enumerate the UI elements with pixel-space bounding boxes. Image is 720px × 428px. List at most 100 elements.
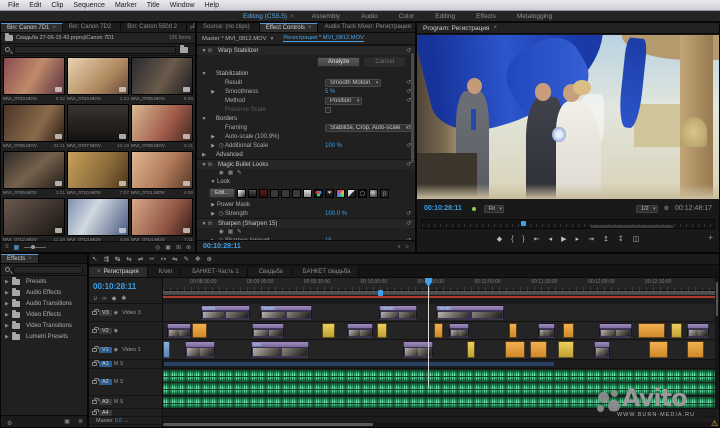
close-icon[interactable]: × [97,269,101,275]
twirl-icon[interactable]: ▼ [200,48,208,54]
clip-thumbnail[interactable] [131,151,193,189]
workspace-tab[interactable]: Audio [352,13,390,20]
stopwatch-icon[interactable]: ◷ [217,210,225,217]
twirl-icon[interactable]: ▶ [5,312,12,318]
twirl-icon[interactable]: ▼ [200,71,208,77]
program-timecode[interactable]: 00:10:28:11 [424,205,462,212]
workspace-tab[interactable]: Editing [426,13,467,20]
strength-row[interactable]: ▶ ◷ Strength 100.0 % ↺ [197,209,415,218]
timeline-clip[interactable] [376,323,387,338]
clip-thumbnail[interactable] [3,104,65,142]
timeline-clip[interactable] [166,323,191,338]
bin-clip-card[interactable]: MVI_0709.MOV 1:01 [3,151,65,198]
solo-icon[interactable]: S [120,379,123,385]
bin-tab[interactable]: Bin: Canon 7D1 × [1,23,63,32]
menu-item[interactable]: Marker [110,2,142,9]
button-editor-plus[interactable]: + [708,233,713,242]
twirl-icon[interactable]: ▼ [200,162,208,168]
parameter-value[interactable]: Stabilize, Crop, Auto-scale [325,123,412,132]
twirl-icon[interactable]: ▼ [200,221,208,227]
menu-item[interactable]: Edit [24,2,46,9]
track-target-chip[interactable]: V1 [99,346,112,353]
effects-folder-item[interactable]: ▶ Video Effects [1,309,87,320]
reset-icon[interactable]: ↺ [406,210,411,217]
twirl-icon[interactable]: ▶ [209,143,217,149]
mute-icon[interactable]: M [114,379,118,385]
track-v2-lane[interactable] [163,322,715,340]
mask-icon[interactable]: ▦ [228,229,233,235]
sequence-tab[interactable]: БАНКЕТ свадьба [291,267,360,277]
track-header-v1[interactable]: V1 ◉ Video 1 [89,340,162,360]
list-view-icon[interactable]: ≡ [5,244,9,250]
timeline-timecode[interactable]: 00:10:28:11 [89,278,162,294]
menu-item[interactable]: Clip [46,2,68,9]
effects-folder-item[interactable]: ▶ Presets [1,276,87,287]
power-mask-row[interactable]: ▶ Power Mask [197,200,415,209]
bin-clip-card[interactable]: MVI_0705.MOV 6:06 [131,57,193,104]
close-icon[interactable]: × [494,25,498,31]
timeline-clip[interactable] [637,323,666,338]
look-preset-swatch[interactable] [347,188,357,198]
effect-parameter-row[interactable]: ▶ Advanced [197,150,415,159]
look-preset-swatch[interactable] [325,188,335,198]
look-preset-swatch[interactable] [314,188,324,198]
effect-enable-icon[interactable]: ◉ [219,170,224,176]
icon-view-icon[interactable]: ▦ [14,244,20,251]
timeline-clip[interactable] [530,341,547,358]
scrollbar[interactable] [411,53,414,163]
mute-icon[interactable]: M [114,361,118,367]
zoom-tool[interactable]: ⊕ [207,255,212,263]
lock-icon[interactable] [92,408,99,415]
add-marker-icon[interactable]: ◆ [112,295,117,302]
master-clip-label[interactable]: Master * MVI_0812.MOV [202,36,266,42]
bin-clip-card[interactable]: MVI_0712.MOV 11:18 [3,198,65,241]
close-icon[interactable]: × [290,13,294,20]
effect-parameter-row[interactable]: Method Position ↺ [197,96,415,105]
timeline-clip[interactable]: 00000 [436,305,504,320]
tab-overflow-icon[interactable]: » [190,25,193,31]
workspace-tab[interactable]: Effects [467,13,508,20]
timeline-clip[interactable]: 00000 [379,305,417,320]
timeline-clip[interactable]: 00000 [200,305,251,320]
sequence-tab[interactable]: Свадьба [247,267,292,277]
timeline-clip[interactable] [538,323,555,338]
reset-icon[interactable]: ↺ [406,220,411,227]
effects-folder-item[interactable]: ▶ Lumetri Presets [1,331,87,342]
timeline-clip[interactable] [163,341,171,358]
close-icon[interactable]: × [28,256,32,262]
razor-tool[interactable]: ✂ [149,255,154,263]
slide-tool[interactable]: ⇋ [172,255,177,263]
twirl-icon[interactable]: ▶ [5,290,12,296]
scrubber-zoom-handle[interactable] [591,225,674,228]
lock-icon[interactable] [92,326,99,333]
parameter-value[interactable]: Smooth Motion [325,78,382,87]
bin-tab[interactable]: Bin: Canon 550d 2 [121,23,187,32]
bin-clip-card[interactable]: MVI_0708.MOV 5:11 [131,104,193,151]
lock-icon[interactable] [92,345,99,352]
track-header-v3[interactable]: V3 ◉ Video 3 [89,304,162,322]
eye-icon[interactable]: ◉ [114,310,118,316]
clip-thumbnail[interactable] [67,151,129,189]
timeline-clip[interactable] [563,323,575,338]
effects-search-input[interactable] [13,265,83,274]
look-preset-swatch[interactable] [303,188,313,198]
twirl-icon[interactable]: ▶ [209,211,217,217]
panel-tab[interactable]: Source: (no clips) [197,23,260,32]
clip-thumbnail[interactable] [3,198,65,236]
bin-tab[interactable]: Bin: Canon 7D2 [62,23,122,32]
track-target-chip[interactable]: A2 [99,379,112,385]
lock-icon[interactable] [92,378,99,384]
look-preset-swatch[interactable] [292,188,302,198]
export-frame-button[interactable]: ◫ [633,235,640,243]
chevron-down-icon[interactable]: ▼ [269,36,274,42]
next-keyframe-icon[interactable]: ▹ [406,243,409,250]
track-header-a3[interactable]: A3 M S [89,396,162,409]
program-video-frame[interactable] [417,35,719,199]
menu-item[interactable]: Sequence [68,2,110,9]
look-group-row[interactable]: ▼ Look [197,177,415,186]
bin-clip-card[interactable]: MVI_0711.MOV 4:09 [131,151,193,198]
clip-thumbnail[interactable] [131,104,193,142]
look-preset-swatch[interactable] [369,188,379,198]
clip-thumbnail[interactable] [131,198,193,236]
workspace-tab[interactable]: Editing (CS5.5) × [234,13,303,20]
